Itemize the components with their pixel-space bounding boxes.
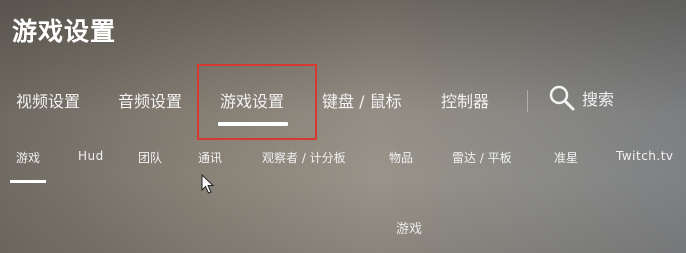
subtab-twitch[interactable]: Twitch.tv <box>616 149 674 163</box>
subtab-label: Hud <box>78 149 104 163</box>
mouse-cursor-icon <box>201 174 215 194</box>
search-button[interactable]: 搜索 <box>548 84 614 112</box>
subtab-label: 物品 <box>389 151 414 165</box>
tab-divider <box>527 90 528 112</box>
tab-keyboard-mouse[interactable]: 键盘 / 鼠标 <box>322 88 402 112</box>
search-label: 搜索 <box>582 90 615 109</box>
subtab-label: 观察者 / 计分板 <box>262 151 346 165</box>
tab-video-settings[interactable]: 视频设置 <box>16 88 80 112</box>
subtab-label: 游戏 <box>16 151 41 165</box>
subtab-game[interactable]: 游戏 <box>16 149 40 166</box>
subtab-label: 团队 <box>138 151 163 165</box>
subtab-spectator-scoreboard[interactable]: 观察者 / 计分板 <box>262 149 346 166</box>
tab-controller[interactable]: 控制器 <box>441 88 489 112</box>
subtab-communication[interactable]: 通讯 <box>198 149 222 166</box>
subtab-team[interactable]: 团队 <box>138 149 162 166</box>
subtab-crosshair[interactable]: 准星 <box>554 149 578 166</box>
tab-label: 键盘 / 鼠标 <box>322 92 402 111</box>
tab-label: 控制器 <box>441 92 490 111</box>
tab-audio-settings[interactable]: 音频设置 <box>118 88 182 112</box>
subtab-label: 雷达 / 平板 <box>452 151 512 165</box>
subtab-label: Twitch.tv <box>616 149 674 163</box>
highlight-annotation <box>197 64 317 140</box>
page-title: 游戏设置 <box>12 17 117 46</box>
subtab-radar-tablet[interactable]: 雷达 / 平板 <box>452 149 512 166</box>
search-icon <box>549 85 575 111</box>
tab-label: 视频设置 <box>16 92 81 111</box>
active-subtab-underline <box>10 180 46 183</box>
subtab-hud[interactable]: Hud <box>78 149 104 163</box>
subtab-label: 准星 <box>554 151 579 165</box>
subtab-items[interactable]: 物品 <box>389 149 413 166</box>
tab-label: 音频设置 <box>118 92 183 111</box>
section-header: 游戏 <box>396 222 423 237</box>
sub-tab-bar: 游戏 Hud 团队 通讯 观察者 / 计分板 物品 雷达 / 平板 准星 Twi… <box>0 145 686 185</box>
subtab-label: 通讯 <box>198 151 223 165</box>
